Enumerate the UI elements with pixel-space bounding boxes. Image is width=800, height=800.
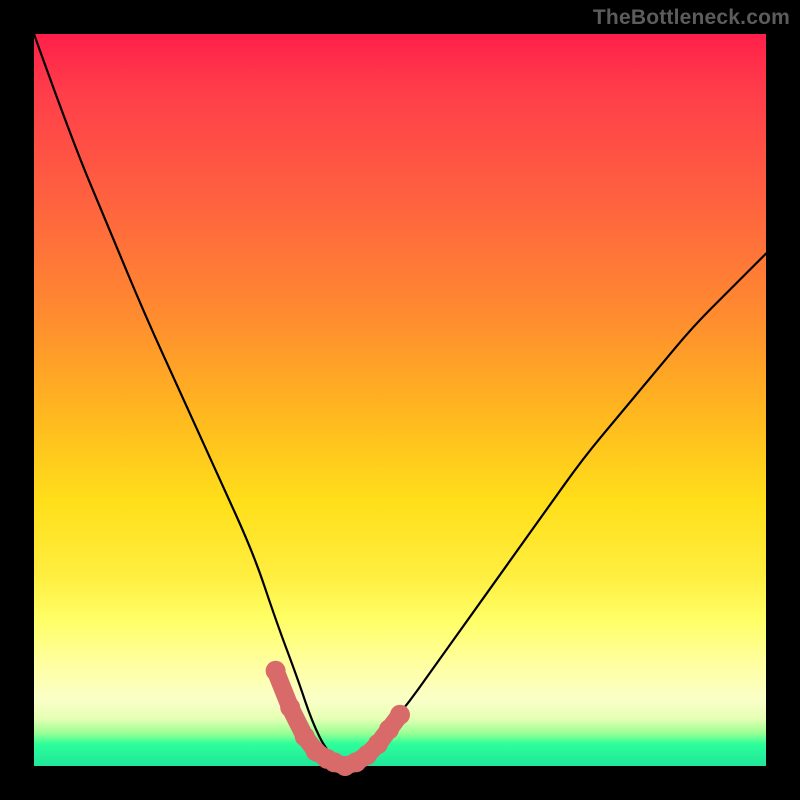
chart-frame: TheBottleneck.com	[0, 0, 800, 800]
marker-dot	[280, 697, 300, 717]
bottleneck-curve-line	[34, 34, 766, 762]
marker-band	[266, 661, 410, 776]
marker-dot	[390, 705, 410, 725]
watermark: TheBottleneck.com	[593, 6, 790, 30]
chart-svg	[34, 34, 766, 766]
marker-dot	[266, 661, 286, 681]
plot-area	[34, 34, 766, 766]
